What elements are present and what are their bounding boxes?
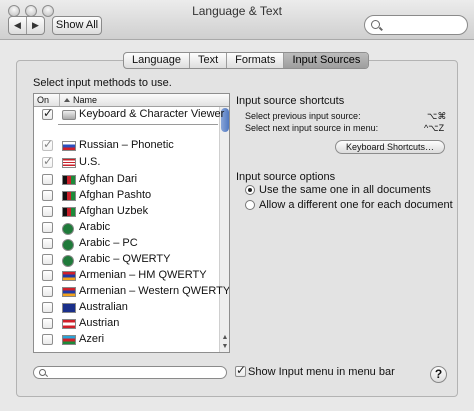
list-item[interactable]: Armenian – Western QWERTY bbox=[34, 284, 229, 300]
flag-armenia-icon bbox=[62, 271, 76, 281]
input-source-search-field[interactable] bbox=[33, 366, 227, 379]
crescent-icon bbox=[62, 239, 74, 251]
list-item-label: Afghan Uzbek bbox=[79, 205, 149, 217]
next-source-shortcut: ^⌥Z bbox=[424, 123, 445, 133]
list-item-checkbox[interactable] bbox=[42, 238, 53, 249]
keyboard-icon bbox=[62, 110, 76, 120]
list-separator bbox=[58, 124, 218, 126]
list-item[interactable]: Keyboard & Character Viewer bbox=[34, 106, 224, 123]
column-header-on[interactable]: On bbox=[34, 94, 60, 106]
input-sources-list[interactable]: On Name ▲ ▼ Keyboard & Character Viewer R… bbox=[33, 93, 230, 353]
list-item-label: Azeri bbox=[79, 333, 105, 345]
tab-text[interactable]: Text bbox=[190, 53, 228, 68]
list-item-checkbox[interactable] bbox=[42, 302, 53, 313]
options-heading: Input source options bbox=[236, 171, 336, 183]
flag-azerbaijan-icon bbox=[62, 335, 76, 345]
flag-afghanistan-icon bbox=[62, 191, 76, 201]
list-item-label: Arabic – PC bbox=[79, 237, 138, 249]
tab-bar: Language Text Formats Input Sources bbox=[123, 52, 370, 69]
list-scrollbar[interactable]: ▲ ▼ bbox=[219, 107, 229, 352]
list-item-checkbox[interactable] bbox=[42, 174, 53, 185]
list-item[interactable]: Australian bbox=[34, 300, 220, 316]
list-item-label: Australian bbox=[79, 301, 128, 313]
flag-afghanistan-icon bbox=[62, 175, 76, 185]
crescent-icon bbox=[62, 255, 74, 267]
search-icon bbox=[39, 369, 46, 376]
list-item-checkbox[interactable] bbox=[42, 334, 53, 345]
flag-us-icon bbox=[62, 158, 76, 168]
list-item-checkbox[interactable] bbox=[42, 270, 53, 281]
list-item[interactable]: Armenian – HM QWERTY bbox=[34, 268, 220, 284]
list-item-label: Afghan Dari bbox=[79, 173, 138, 185]
list-item-label: Russian – Phonetic bbox=[79, 139, 174, 151]
list-item-checkbox[interactable] bbox=[42, 137, 53, 151]
list-prompt: Select input methods to use. bbox=[33, 77, 172, 89]
list-item-checkbox[interactable] bbox=[42, 222, 53, 233]
sort-ascending-icon bbox=[64, 98, 70, 102]
scroll-down-icon[interactable]: ▼ bbox=[221, 343, 229, 351]
flag-australia-icon bbox=[62, 303, 76, 313]
radio-same-all-documents[interactable] bbox=[245, 185, 255, 195]
column-header-name-label: Name bbox=[73, 95, 98, 105]
list-item-label: Arabic – QWERTY bbox=[79, 253, 171, 265]
list-item-checkbox[interactable] bbox=[42, 254, 53, 265]
list-item[interactable]: Afghan Dari bbox=[34, 172, 220, 188]
list-item-checkbox[interactable] bbox=[42, 318, 53, 329]
tab-input-sources[interactable]: Input Sources bbox=[284, 53, 369, 68]
back-forward-control: ◀ ▶ bbox=[8, 16, 45, 35]
list-item-checkbox[interactable] bbox=[42, 206, 53, 217]
list-item[interactable]: Afghan Uzbek bbox=[34, 204, 220, 220]
forward-arrow-icon[interactable]: ▶ bbox=[27, 17, 44, 34]
show-input-menu-checkbox[interactable] bbox=[235, 363, 246, 377]
scroll-up-icon[interactable]: ▲ bbox=[221, 334, 229, 342]
radio-different-each-label: Allow a different one for each document bbox=[259, 199, 453, 211]
list-item[interactable]: U.S. bbox=[34, 154, 220, 171]
list-item-checkbox[interactable] bbox=[42, 154, 53, 168]
list-item[interactable]: Austrian bbox=[34, 316, 220, 332]
help-button[interactable]: ? bbox=[430, 366, 447, 383]
previous-source-shortcut: ⌥⌘ bbox=[427, 111, 447, 121]
flag-austria-icon bbox=[62, 319, 76, 329]
previous-source-label: Select previous input source: bbox=[245, 111, 361, 121]
list-header: On Name bbox=[34, 94, 229, 107]
window-titlebar: Language & Text ◀ ▶ Show All bbox=[0, 0, 474, 40]
list-item-checkbox[interactable] bbox=[42, 190, 53, 201]
flag-afghanistan-icon bbox=[62, 207, 76, 217]
list-item[interactable]: Azeri bbox=[34, 332, 220, 348]
show-all-button[interactable]: Show All bbox=[52, 16, 102, 35]
crescent-icon bbox=[62, 223, 74, 235]
shortcuts-heading: Input source shortcuts bbox=[236, 95, 345, 107]
list-item-checkbox[interactable] bbox=[42, 286, 53, 297]
list-item-label: Arabic bbox=[79, 221, 111, 233]
list-item-checkbox[interactable] bbox=[42, 106, 53, 120]
flag-russia-icon bbox=[62, 141, 76, 151]
list-item[interactable]: Arabic bbox=[34, 220, 220, 236]
show-input-menu-label: Show Input menu in menu bar bbox=[248, 366, 395, 378]
tab-formats[interactable]: Formats bbox=[227, 53, 285, 68]
search-icon bbox=[371, 20, 380, 29]
keyboard-shortcuts-button[interactable]: Keyboard Shortcuts… bbox=[335, 140, 445, 154]
preferences-search-field[interactable] bbox=[364, 15, 468, 35]
flag-armenia-icon bbox=[62, 287, 76, 297]
list-item-label: Austrian bbox=[79, 317, 120, 329]
radio-different-each-document[interactable] bbox=[245, 200, 255, 210]
next-source-label: Select next input source in menu: bbox=[245, 123, 379, 133]
list-item[interactable]: Arabic – QWERTY bbox=[34, 252, 220, 268]
list-item-label: Keyboard & Character Viewer bbox=[79, 108, 225, 120]
column-header-name[interactable]: Name bbox=[60, 94, 97, 106]
list-item-label: Armenian – HM QWERTY bbox=[79, 269, 207, 281]
list-item[interactable]: Arabic – PC bbox=[34, 236, 220, 252]
list-item[interactable]: Russian – Phonetic bbox=[34, 137, 220, 154]
back-arrow-icon[interactable]: ◀ bbox=[9, 17, 27, 34]
radio-same-all-label: Use the same one in all documents bbox=[259, 184, 431, 196]
list-item[interactable]: Afghan Pashto bbox=[34, 188, 220, 204]
list-item-label: U.S. bbox=[79, 156, 101, 168]
list-item-label: Armenian – Western QWERTY bbox=[79, 285, 230, 297]
tab-language[interactable]: Language bbox=[124, 53, 190, 68]
list-item-label: Afghan Pashto bbox=[79, 189, 152, 201]
